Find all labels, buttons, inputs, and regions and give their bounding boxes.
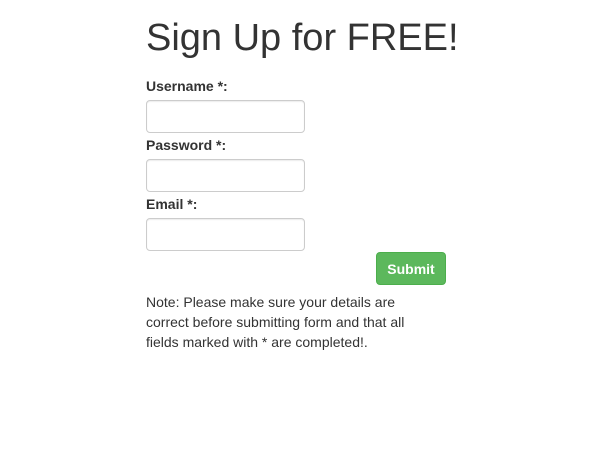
email-input[interactable] xyxy=(146,218,305,251)
username-label: Username *: xyxy=(146,78,228,94)
page-title: Sign Up for FREE! xyxy=(146,17,459,59)
password-input[interactable] xyxy=(146,159,305,192)
email-label: Email *: xyxy=(146,196,198,212)
submit-button[interactable]: Submit xyxy=(376,252,446,285)
password-label: Password *: xyxy=(146,137,227,153)
username-input[interactable] xyxy=(146,100,305,133)
form-note: Note: Please make sure your details are … xyxy=(146,294,405,350)
